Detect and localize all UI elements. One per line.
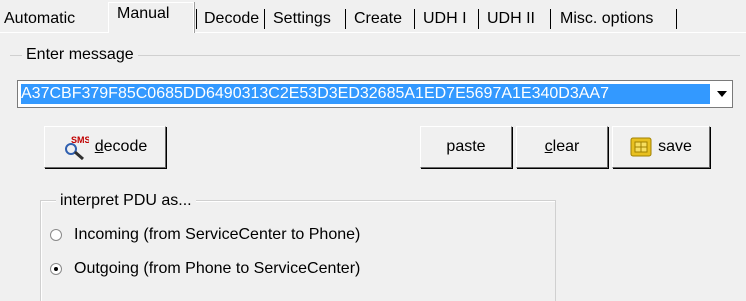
paste-button-label: paste [446,138,486,155]
tab-create[interactable]: Create [354,8,402,30]
message-group-label: Enter message [22,44,138,66]
tab-settings[interactable]: Settings [273,8,331,30]
tab-decode[interactable]: Decode [204,8,259,30]
sim-card-icon [630,136,652,158]
radio-incoming-button[interactable] [50,229,62,241]
svg-text:SMS: SMS [71,135,89,145]
clear-button-label: clear [544,138,580,155]
message-dropdown-button[interactable] [712,81,732,107]
radio-outgoing-button[interactable] [50,263,62,275]
sms-decode-icon: SMS [63,134,89,160]
chevron-down-icon [717,91,727,97]
radio-outgoing-label: Outgoing (from Phone to ServiceCenter) [74,260,361,277]
tab-separator [345,9,346,29]
tab-separator [196,9,197,29]
paste-button[interactable]: paste [420,126,512,168]
tab-separator [676,9,677,29]
clear-button[interactable]: clear [516,126,608,168]
radio-outgoing[interactable]: Outgoing (from Phone to ServiceCenter) [50,258,360,280]
tab-separator [550,9,551,29]
tab-udh-2[interactable]: UDH II [487,8,535,30]
tab-udh-1[interactable]: UDH I [423,8,467,30]
tab-automatic[interactable]: Automatic [4,8,75,30]
tab-separator [414,9,415,29]
decode-button-label: decode [94,138,148,155]
message-input-value[interactable]: A37CBF379F85C0685DD6490313C2E53D3ED32685… [21,84,710,104]
interpret-group-frame [40,200,556,301]
tab-separator [478,9,479,29]
message-input[interactable]: A37CBF379F85C0685DD6490313C2E53D3ED32685… [17,80,733,108]
radio-incoming-label: Incoming (from ServiceCenter to Phone) [74,226,361,243]
radio-incoming[interactable]: Incoming (from ServiceCenter to Phone) [50,224,360,246]
save-button-label: save [658,138,692,155]
tab-separator [264,9,265,29]
save-button[interactable]: save [612,126,710,168]
interpret-group-label: interpret PDU as... [56,190,196,212]
tab-strip: Automatic Manual Decode Settings Create … [0,0,746,36]
tab-misc-options[interactable]: Misc. options [560,8,653,30]
decode-button[interactable]: SMS decode [44,126,166,168]
tab-manual[interactable]: Manual [117,3,169,25]
